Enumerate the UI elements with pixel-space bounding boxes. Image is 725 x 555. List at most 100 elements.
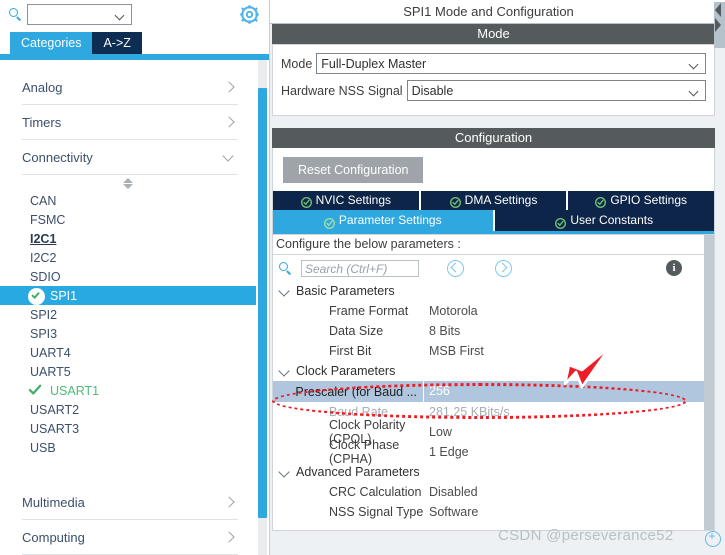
peripheral-label: FSMC — [30, 212, 66, 227]
sidebar-scrollbar-thumb[interactable] — [258, 88, 267, 518]
tab-label: User Constants — [570, 213, 654, 227]
tab-categories[interactable]: Categories — [10, 32, 93, 54]
sidebar-item-i2c2[interactable]: I2C2 — [0, 248, 256, 267]
list-scroll-spinner[interactable] — [0, 175, 256, 191]
mode-section-header: Mode — [272, 24, 715, 44]
sidebar-list[interactable]: Analog Timers Connectivity CAN FSMC I2C1… — [0, 60, 270, 555]
sidebar-category-computing[interactable]: Computing — [22, 520, 238, 555]
sidebar-item-fsmc[interactable]: FSMC — [0, 210, 256, 229]
sidebar-item-usart2[interactable]: USART2 — [0, 400, 256, 419]
category-label: Connectivity — [22, 149, 93, 165]
param-group-clock[interactable]: Clock Parameters — [273, 361, 714, 381]
parameter-search-input[interactable]: Search (Ctrl+F) — [301, 259, 419, 277]
param-name: Baud Rate — [329, 405, 389, 419]
check-circle-icon — [300, 195, 312, 208]
sidebar-item-can[interactable]: CAN — [0, 191, 256, 210]
sidebar-item-usart3[interactable]: USART3 — [0, 419, 256, 438]
param-row-crc-calculation[interactable]: CRC Calculation Disabled — [273, 482, 714, 502]
peripheral-sidebar: Categories A->Z Analog Timers Connectivi… — [0, 0, 270, 555]
param-value: Software — [429, 505, 479, 519]
mode-section-body: Mode Full-Duplex Master Hardware NSS Sig… — [272, 44, 715, 116]
mode-select-value: Full-Duplex Master — [321, 56, 427, 71]
sidebar-item-spi2[interactable]: SPI2 — [0, 305, 256, 324]
search-next-button[interactable] — [495, 259, 512, 277]
mode-select[interactable]: Full-Duplex Master — [316, 53, 706, 74]
peripheral-label: USB — [30, 440, 56, 455]
chevron-down-icon — [690, 88, 699, 93]
chevron-right-icon — [224, 82, 234, 92]
sidebar-item-uart4[interactable]: UART4 — [0, 343, 256, 362]
search-combo-input[interactable] — [27, 3, 132, 25]
sidebar-category-timers[interactable]: Timers — [22, 105, 238, 140]
chevron-down-icon — [690, 61, 699, 66]
sidebar-item-i2c1[interactable]: I2C1 — [0, 229, 256, 248]
peripheral-label: I2C1 — [30, 231, 57, 246]
sidebar-item-spi1[interactable]: SPI1 — [0, 286, 256, 305]
sidebar-category-analog[interactable]: Analog — [22, 70, 238, 105]
hardware-nss-select[interactable]: Disable — [406, 80, 706, 101]
param-row-nss-signal-type[interactable]: NSS Signal Type Software — [273, 502, 714, 522]
sidebar-item-uart5[interactable]: UART5 — [0, 362, 256, 381]
parameter-tree: Basic Parameters Frame Format Motorola D… — [273, 281, 714, 522]
sidebar-item-usb[interactable]: USB — [0, 438, 256, 457]
reset-configuration-button[interactable]: Reset Configuration — [283, 157, 424, 183]
param-name: CRC Calculation — [329, 485, 422, 499]
chevron-down-icon — [279, 286, 292, 296]
param-group-advanced[interactable]: Advanced Parameters — [273, 462, 714, 482]
param-value: MSB First — [429, 344, 484, 358]
parameter-scrollbar-thumb[interactable] — [704, 235, 714, 530]
watermark-icon — [705, 529, 721, 547]
gear-icon[interactable] — [240, 5, 259, 24]
param-value: 1 Edge — [429, 445, 469, 459]
tab-user-constants[interactable]: User Constants — [494, 210, 714, 231]
group-label: Basic Parameters — [296, 284, 395, 298]
peripheral-label: USART2 — [30, 402, 80, 417]
sidebar-item-usart1[interactable]: USART1 — [0, 381, 256, 400]
sidebar-item-spi3[interactable]: SPI3 — [0, 324, 256, 343]
tab-a-to-z[interactable]: A->Z — [92, 32, 142, 54]
configuration-section-body: Reset Configuration NVIC Settings DMA Se… — [272, 148, 715, 235]
param-row-first-bit[interactable]: First Bit MSB First — [273, 341, 714, 361]
chevron-down-icon — [116, 12, 125, 17]
param-row-clock-phase[interactable]: Clock Phase (CPHA) 1 Edge — [273, 438, 714, 466]
search-icon — [278, 261, 293, 276]
mode-field-row: Mode Full-Duplex Master — [281, 52, 706, 75]
sidebar-category-connectivity[interactable]: Connectivity — [22, 140, 238, 175]
sidebar-item-sdio[interactable]: SDIO — [0, 267, 256, 286]
sidebar-search-row — [0, 0, 269, 28]
tab-gpio-settings[interactable]: GPIO Settings — [568, 191, 715, 210]
info-icon[interactable]: i — [666, 260, 682, 276]
tab-parameter-settings[interactable]: Parameter Settings — [273, 210, 495, 231]
tab-label: DMA Settings — [464, 193, 538, 207]
peripheral-label: SPI2 — [30, 307, 58, 322]
hardware-nss-value: Disable — [411, 83, 454, 98]
param-row-prescaler[interactable]: Prescaler (for Baud ... 256 — [273, 381, 714, 402]
param-row-data-size[interactable]: Data Size 8 Bits — [273, 321, 714, 341]
watermark-text: CSDN @perseverance52 — [498, 527, 674, 544]
check-icon — [28, 384, 42, 396]
category-label: Timers — [22, 114, 62, 130]
tab-label: GPIO Settings — [610, 193, 688, 207]
tab-nvic-settings[interactable]: NVIC Settings — [273, 191, 421, 210]
configure-hint: Configure the below parameters : — [273, 235, 714, 255]
config-tabs-row-2: Parameter Settings User Constants — [273, 210, 714, 231]
tab-dma-settings[interactable]: DMA Settings — [420, 191, 569, 210]
param-value[interactable]: 256 — [423, 381, 714, 402]
config-tabs-row-1: NVIC Settings DMA Settings GPIO Settings — [273, 191, 715, 210]
param-value: Low — [429, 425, 452, 439]
chevron-right-icon — [224, 532, 234, 542]
param-name: NSS Signal Type — [329, 505, 424, 519]
peripheral-label: UART5 — [30, 364, 71, 379]
sidebar-category-multimedia[interactable]: Multimedia — [22, 485, 238, 520]
peripheral-label: SDIO — [30, 269, 61, 284]
search-prev-button[interactable] — [447, 259, 464, 277]
param-row-frame-format[interactable]: Frame Format Motorola — [273, 301, 714, 321]
nss-field-row: Hardware NSS Signal Disable — [281, 79, 706, 102]
param-group-basic[interactable]: Basic Parameters — [273, 281, 714, 301]
chevron-down-icon — [279, 366, 292, 376]
sidebar-tabs: Categories A->Z — [0, 28, 269, 54]
chevron-down-icon — [223, 152, 235, 162]
param-name: Prescaler (for Baud ... — [295, 384, 417, 399]
chevron-right-icon — [224, 117, 234, 127]
panel-collapse-arrows[interactable] — [711, 2, 725, 48]
